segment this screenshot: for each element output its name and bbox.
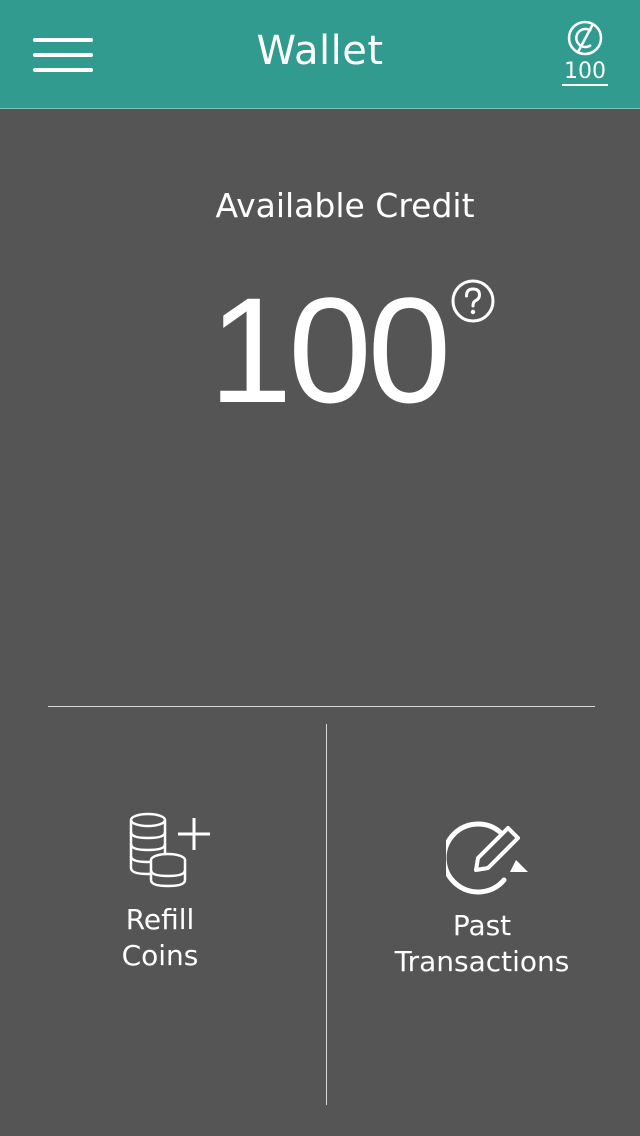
page-title: Wallet	[256, 28, 384, 74]
past-transactions-label-1: Past	[452, 909, 512, 942]
horizontal-divider	[48, 706, 595, 707]
menu-button[interactable]	[26, 30, 100, 80]
edit-history-icon	[446, 821, 528, 895]
credit-value: 100	[208, 266, 451, 434]
refill-coins-button[interactable]: Refill Coins	[60, 810, 260, 1010]
past-transactions-button[interactable]: Past Transactions	[360, 820, 604, 1010]
vertical-divider	[326, 724, 327, 1105]
coins-plus-icon	[129, 812, 210, 888]
past-transactions-label-2: Transactions	[394, 945, 570, 978]
hamburger-menu-icon	[33, 38, 93, 42]
refill-coins-label-2: Coins	[121, 939, 199, 972]
app-header: Wallet 100	[0, 0, 640, 109]
refill-coins-label-1: Refill	[125, 903, 195, 936]
available-credit-label: Available Credit	[215, 186, 475, 225]
coin-currency-icon	[567, 20, 603, 56]
balance-badge[interactable]: 100	[548, 18, 622, 96]
balance-value: 100	[562, 59, 608, 86]
question-circle-icon	[451, 279, 495, 323]
help-button[interactable]	[450, 278, 496, 324]
